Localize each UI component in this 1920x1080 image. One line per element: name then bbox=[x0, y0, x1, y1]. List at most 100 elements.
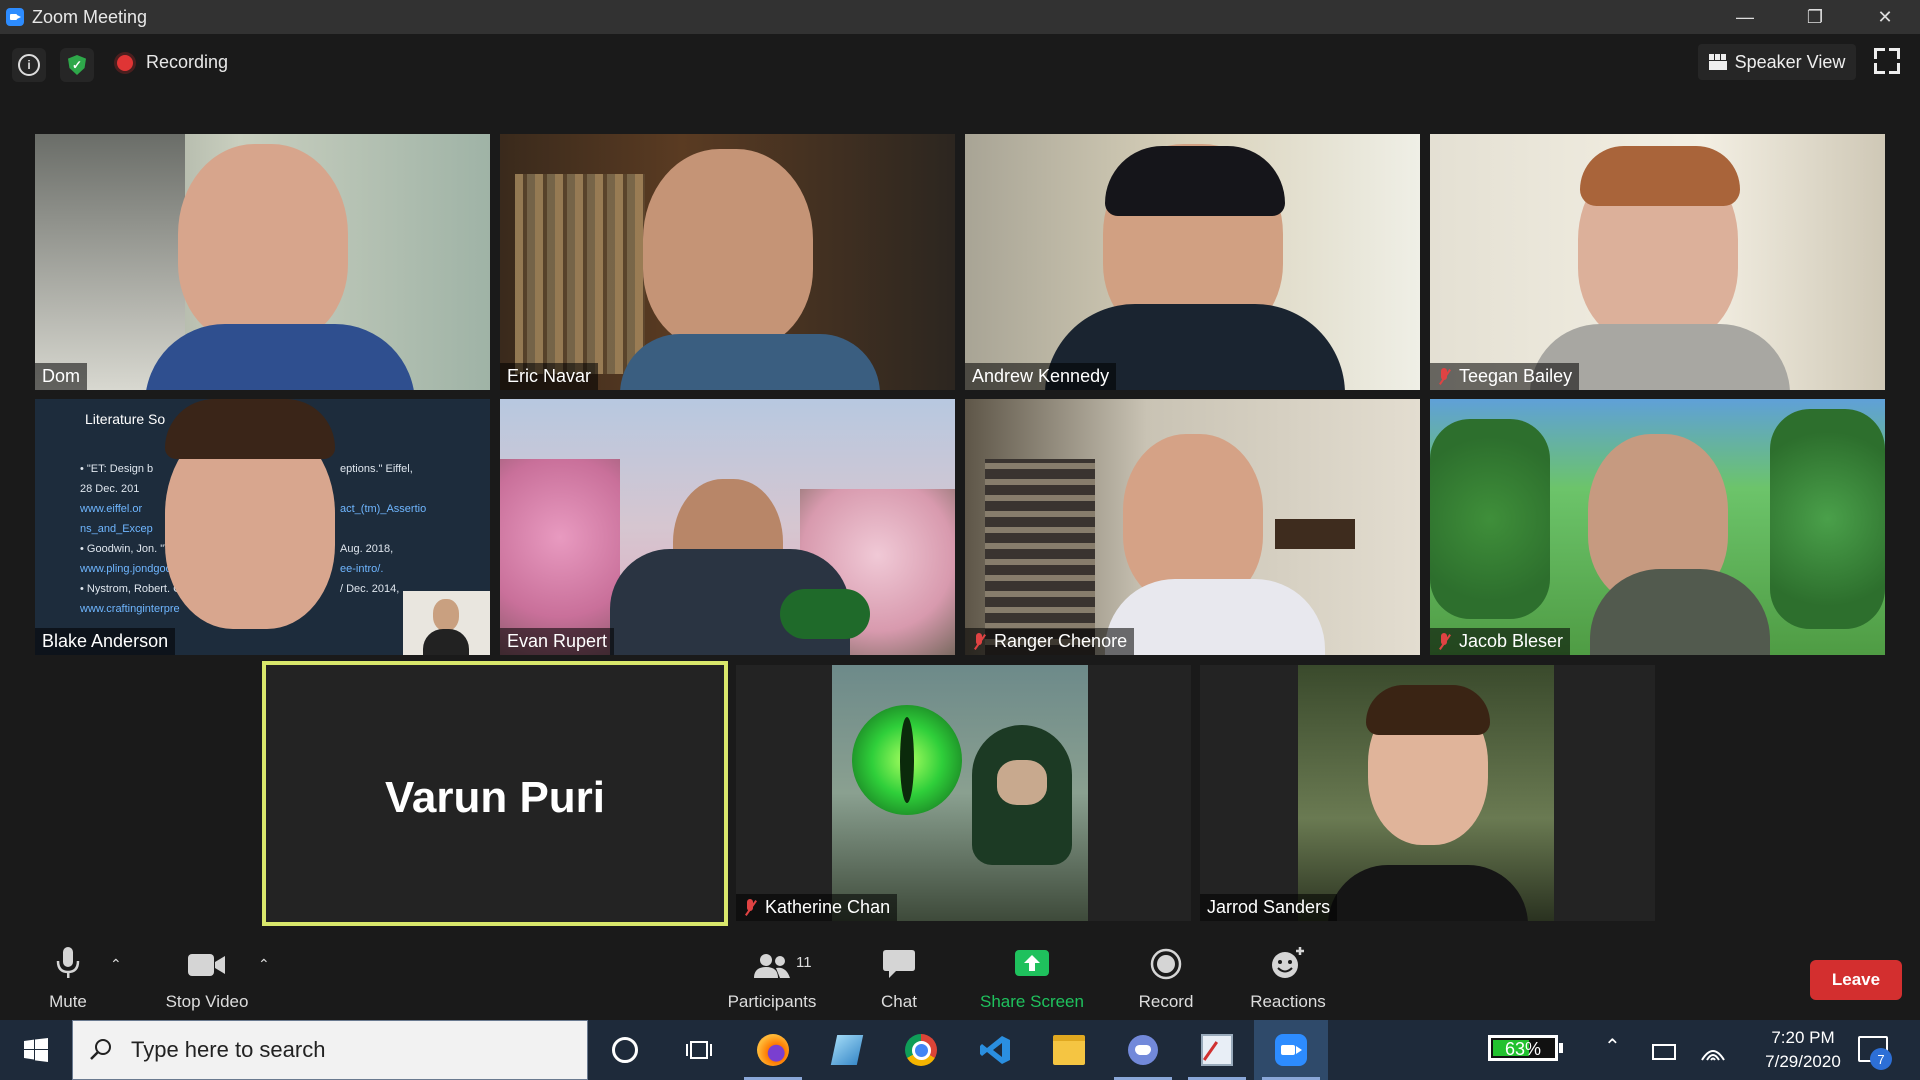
video-tile-varun-puri-active-speaker[interactable]: Varun Puri bbox=[262, 661, 728, 926]
muted-mic-icon bbox=[743, 898, 757, 917]
taskbar-search-box[interactable]: Type here to search bbox=[72, 1020, 588, 1080]
participants-label: Participants bbox=[727, 992, 817, 1011]
restore-button[interactable]: ❐ bbox=[1780, 0, 1850, 34]
share-screen-button[interactable]: Share Screen bbox=[978, 930, 1086, 1020]
battery-percent: 63% bbox=[1504, 1039, 1542, 1059]
task-view-icon bbox=[686, 1041, 712, 1059]
cortana-circle-icon bbox=[612, 1037, 638, 1063]
vscode-icon bbox=[980, 1036, 1010, 1064]
participant-name: Dom bbox=[35, 363, 88, 390]
taskbar-notepad-app[interactable] bbox=[810, 1020, 884, 1080]
fullscreen-icon[interactable] bbox=[1874, 48, 1900, 74]
taskbar-zoom[interactable] bbox=[1254, 1020, 1328, 1080]
avatar-image bbox=[832, 665, 1088, 921]
zoom-app-icon bbox=[6, 8, 24, 26]
chat-label: Chat bbox=[881, 992, 917, 1011]
meeting-info-button[interactable]: i bbox=[12, 48, 46, 82]
clock-time: 7:20 PM bbox=[1771, 1028, 1835, 1047]
participant-name-large: Varun Puri bbox=[384, 773, 606, 822]
chrome-icon bbox=[905, 1034, 937, 1066]
muted-mic-icon bbox=[1437, 367, 1451, 386]
presenter-thumbnail bbox=[403, 591, 490, 655]
participant-name-muted: Katherine Chan bbox=[736, 894, 898, 921]
participant-name: Evan Rupert bbox=[500, 628, 615, 655]
notification-count-badge: 7 bbox=[1870, 1048, 1892, 1070]
search-placeholder: Type here to search bbox=[131, 1037, 326, 1062]
share-screen-label: Share Screen bbox=[980, 992, 1084, 1011]
share-screen-icon bbox=[1015, 950, 1049, 976]
leave-button[interactable]: Leave bbox=[1810, 960, 1902, 1000]
taskbar-file-explorer[interactable] bbox=[1032, 1020, 1106, 1080]
windows-taskbar: Type here to search bbox=[0, 1020, 1920, 1080]
firefox-icon bbox=[757, 1034, 789, 1066]
video-tile-blake-anderson[interactable]: Literature So • "ET: Design b 28 Dec. 20… bbox=[35, 399, 490, 655]
video-tile-evan-rupert[interactable]: Evan Rupert bbox=[500, 399, 955, 655]
snipping-tool-icon bbox=[1201, 1034, 1233, 1066]
taskbar-discord[interactable] bbox=[1106, 1020, 1180, 1080]
windows-start-button[interactable] bbox=[0, 1020, 72, 1080]
participant-name-muted: Teegan Bailey bbox=[1430, 363, 1580, 390]
muted-mic-icon bbox=[1437, 632, 1451, 651]
taskbar-snipping-tool[interactable] bbox=[1180, 1020, 1254, 1080]
close-button[interactable]: ✕ bbox=[1850, 0, 1920, 34]
audio-options-chevron-up-icon[interactable]: ⌃ bbox=[110, 956, 122, 973]
battery-indicator[interactable]: 63% bbox=[1488, 1035, 1558, 1061]
video-tile-andrew-kennedy[interactable]: Andrew Kennedy bbox=[965, 134, 1420, 390]
chat-button[interactable]: Chat bbox=[874, 930, 924, 1020]
record-button[interactable]: Record bbox=[1136, 930, 1196, 1020]
video-options-chevron-up-icon[interactable]: ⌃ bbox=[258, 956, 270, 973]
folder-icon bbox=[1053, 1035, 1085, 1065]
speaker-view-button[interactable]: Speaker View bbox=[1698, 44, 1856, 80]
gallery-grid-icon bbox=[1708, 54, 1727, 70]
taskbar-clock[interactable]: 7:20 PM 7/29/2020 bbox=[1748, 1026, 1858, 1074]
stop-video-button[interactable]: Stop Video bbox=[160, 930, 254, 1020]
microphone-icon bbox=[56, 947, 80, 978]
record-icon bbox=[1150, 948, 1182, 980]
video-tile-eric-navar[interactable]: Eric Navar bbox=[500, 134, 955, 390]
video-tile-ranger-chenore[interactable]: Ranger Chenore bbox=[965, 399, 1420, 655]
minimize-button[interactable]: — bbox=[1710, 0, 1780, 34]
video-tile-katherine-chan[interactable]: Katherine Chan bbox=[736, 665, 1191, 921]
taskbar-vscode[interactable] bbox=[958, 1020, 1032, 1080]
video-tile-teegan-bailey[interactable]: Teegan Bailey bbox=[1430, 134, 1885, 390]
recording-dot-icon bbox=[117, 55, 133, 71]
reactions-smiley-icon bbox=[1272, 947, 1304, 978]
participant-name: Jarrod Sanders bbox=[1200, 894, 1338, 921]
shield-icon: ✓ bbox=[68, 55, 86, 75]
muted-mic-icon bbox=[972, 632, 986, 651]
title-bar: Zoom Meeting — ❐ ✕ bbox=[0, 0, 1920, 34]
recording-label: Recording bbox=[146, 52, 229, 72]
reactions-label: Reactions bbox=[1250, 992, 1326, 1011]
mute-button[interactable]: Mute bbox=[40, 930, 96, 1020]
participant-name-muted: Ranger Chenore bbox=[965, 628, 1135, 655]
reactions-button[interactable]: Reactions bbox=[1246, 930, 1330, 1020]
window-controls: — ❐ ✕ bbox=[1710, 0, 1920, 34]
cortana-button[interactable] bbox=[588, 1020, 662, 1080]
task-view-button[interactable] bbox=[662, 1020, 736, 1080]
window-title: Zoom Meeting bbox=[32, 6, 148, 27]
security-status-button[interactable]: ✓ bbox=[60, 48, 94, 82]
video-tile-jarrod-sanders[interactable]: Jarrod Sanders bbox=[1200, 665, 1655, 921]
info-icon: i bbox=[18, 54, 40, 76]
participants-icon bbox=[754, 954, 790, 978]
record-label: Record bbox=[1138, 992, 1194, 1011]
notepad-icon bbox=[830, 1035, 864, 1065]
meeting-toolbar: Mute ⌃ Stop Video ⌃ 11 Participants Chat… bbox=[0, 930, 1920, 1020]
video-camera-icon bbox=[188, 954, 225, 976]
discord-icon bbox=[1128, 1035, 1158, 1065]
speaker-view-label: Speaker View bbox=[1734, 51, 1846, 72]
power-icon[interactable] bbox=[1652, 1044, 1676, 1060]
wifi-icon[interactable] bbox=[1700, 1040, 1726, 1062]
chat-bubble-icon bbox=[883, 950, 915, 978]
taskbar-chrome[interactable] bbox=[884, 1020, 958, 1080]
video-tile-jacob-bleser[interactable]: Jacob Bleser bbox=[1430, 399, 1885, 655]
participant-name: Eric Navar bbox=[500, 363, 599, 390]
participant-name: Andrew Kennedy bbox=[965, 363, 1117, 390]
video-tile-dom[interactable]: Dom bbox=[35, 134, 490, 390]
profile-picture bbox=[1298, 665, 1554, 921]
participant-count: 11 bbox=[796, 954, 812, 971]
show-hidden-icons-chevron-icon[interactable]: ⌃ bbox=[1604, 1034, 1621, 1059]
participants-button[interactable]: 11 Participants bbox=[720, 930, 824, 1020]
taskbar-firefox[interactable] bbox=[736, 1020, 810, 1080]
clock-date: 7/29/2020 bbox=[1765, 1052, 1841, 1071]
